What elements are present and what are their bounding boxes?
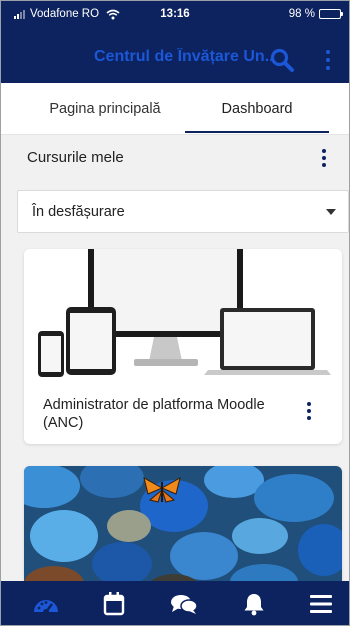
course-image-stones [24, 466, 342, 581]
search-icon [270, 48, 294, 72]
filter-selected-value: În desfășurare [32, 204, 125, 220]
tab-home[interactable]: Pagina principală [25, 83, 185, 135]
caret-down-icon [326, 209, 336, 215]
bottom-navigation [1, 581, 349, 625]
nav-messages[interactable] [169, 589, 199, 619]
status-right: 98 % [288, 8, 343, 20]
active-tab-indicator [185, 131, 329, 133]
dashboard-icon [34, 600, 58, 615]
nav-notifications[interactable] [239, 589, 269, 619]
site-title: Centrul de Învățare Un... [94, 48, 272, 65]
menu-icon [310, 595, 332, 613]
my-courses-title: Cursurile mele [27, 149, 124, 166]
battery-percent: 98 % [288, 8, 315, 20]
more-vertical-icon [322, 149, 326, 153]
course-options-button[interactable] [302, 399, 316, 423]
nav-more-menu[interactable] [306, 589, 336, 619]
nav-dashboard[interactable] [31, 589, 61, 619]
main-tabs: Pagina principală Dashboard [1, 83, 349, 135]
battery-icon [319, 9, 343, 19]
app-header: Centrul de Învățare Un... [1, 35, 349, 83]
nav-calendar[interactable] [99, 589, 129, 619]
messages-icon [171, 595, 198, 614]
calendar-icon [103, 592, 125, 616]
dashboard-content: Cursurile mele În desfășurare Administra… [1, 135, 349, 581]
more-vertical-icon [326, 50, 330, 54]
course-card[interactable]: Administrator de platforma Moodle (ANC) [24, 249, 342, 444]
tab-dashboard[interactable]: Dashboard [185, 83, 329, 135]
course-filter-select[interactable]: În desfășurare [17, 190, 349, 233]
options-menu-button[interactable] [321, 47, 335, 73]
app-screen: Vodafone RO 13:16 98 % Centrul de Învăța… [0, 0, 350, 626]
status-bar: Vodafone RO 13:16 98 % [1, 1, 349, 35]
course-name[interactable]: Administrator de platforma Moodle (ANC) [43, 396, 293, 432]
courses-options-button[interactable] [317, 147, 331, 169]
course-card[interactable] [24, 466, 342, 581]
my-courses-header: Cursurile mele [1, 135, 349, 179]
notifications-icon [244, 594, 264, 616]
course-image-devices [24, 249, 342, 379]
search-button[interactable] [268, 46, 296, 74]
more-vertical-icon [307, 402, 311, 406]
